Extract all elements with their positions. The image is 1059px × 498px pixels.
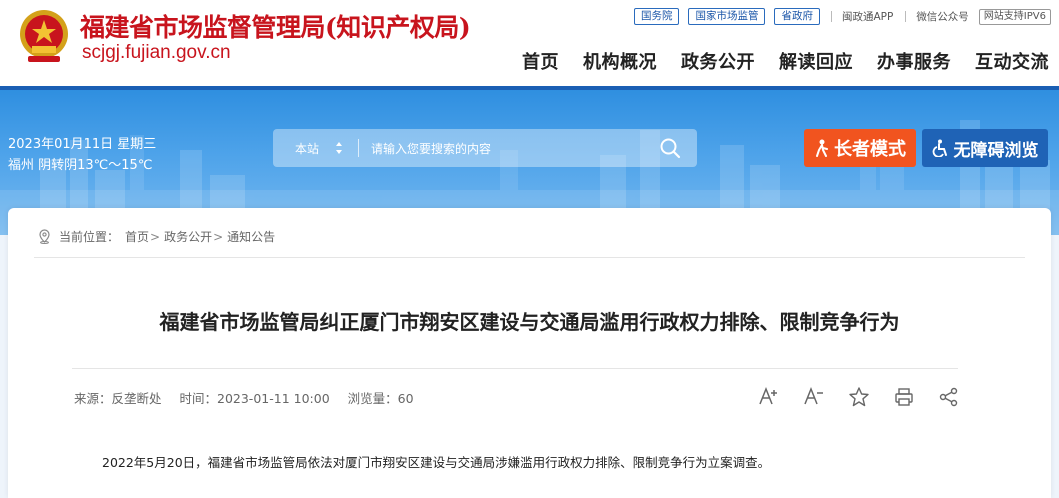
search-bar: 本站 [273, 129, 697, 167]
article-views: 浏览量：60 [347, 391, 414, 406]
elder-mode-button[interactable]: 长者模式 [804, 129, 916, 167]
breadcrumb-gov-affairs[interactable]: 政务公开 [164, 228, 212, 245]
article-source: 来源：反垄断处 [74, 391, 162, 406]
site-domain: scjgj.fujian.gov.cn [82, 42, 231, 63]
top-links: 国务院 国家市场监管 省政府 闽政通APP 微信公众号 网站支持IPV6 [633, 8, 1051, 25]
current-date: 2023年01月11日 星期三 [8, 137, 157, 152]
link-provincial-government[interactable]: 省政府 [774, 8, 820, 25]
search-input[interactable] [369, 138, 653, 160]
emblem-icon [20, 10, 68, 62]
accessibility-icon [932, 139, 947, 157]
nav-services[interactable]: 办事服务 [877, 48, 951, 74]
divider [830, 11, 832, 22]
article-paragraph: 2022年5月20日，福建省市场监管局依法对厦门市翔安区建设与交通局涉嫌滥用行政… [102, 455, 771, 470]
weather: 福州 阴转阴13℃～15℃ [8, 158, 153, 173]
favorite-icon[interactable] [848, 386, 870, 408]
accessible-browsing-button[interactable]: 无障碍浏览 [922, 129, 1048, 167]
divider [34, 257, 1025, 258]
article-title: 福建省市场监管局纠正厦门市翔安区建设与交通局滥用行政权力排除、限制竞争行为 [159, 310, 900, 334]
link-wechat[interactable]: 微信公众号 [916, 9, 969, 24]
breadcrumb: 当前位置： 首页 > 政务公开 > 通知公告 [38, 228, 275, 245]
share-icon[interactable] [938, 386, 960, 408]
breadcrumb-separator: > [213, 229, 224, 244]
breadcrumb-prefix: 当前位置： [59, 230, 120, 244]
site-header: 福建省市场监督管理局(知识产权局) scjgj.fujian.gov.cn 国务… [0, 0, 1059, 86]
search-icon[interactable] [659, 137, 681, 159]
divider [72, 368, 958, 369]
breadcrumb-notices[interactable]: 通知公告 [227, 228, 275, 245]
nav-interaction[interactable]: 互动交流 [975, 48, 1049, 74]
link-samr[interactable]: 国家市场监管 [688, 8, 766, 25]
breadcrumb-separator: > [150, 229, 161, 244]
link-state-council[interactable]: 国务院 [633, 8, 680, 25]
font-increase-icon[interactable] [758, 386, 780, 408]
nav-interpretation[interactable]: 解读回应 [779, 48, 853, 74]
article-time: 时间：2023-01-11 10:00 [179, 391, 330, 406]
scope-arrows-icon[interactable] [335, 141, 343, 155]
print-icon[interactable] [893, 386, 915, 408]
nav-about[interactable]: 机构概况 [583, 48, 657, 74]
article-card: 当前位置： 首页 > 政务公开 > 通知公告 福建省市场监管局纠正厦门市翔安区建… [8, 208, 1051, 498]
link-app[interactable]: 闽政通APP [842, 9, 893, 24]
main-nav: 首页 机构概况 政务公开 解读回应 办事服务 互动交流 [498, 48, 1049, 74]
elder-icon [816, 139, 828, 157]
breadcrumb-home[interactable]: 首页 [125, 228, 149, 245]
site-title[interactable]: 福建省市场监督管理局(知识产权局) [80, 8, 471, 44]
article-tools [758, 386, 960, 408]
nav-home[interactable]: 首页 [522, 48, 559, 74]
divider [905, 11, 907, 22]
elder-mode-label: 长者模式 [834, 139, 906, 160]
accessible-browsing-label: 无障碍浏览 [953, 140, 1039, 161]
article-meta: 来源：反垄断处 时间：2023-01-11 10:00 浏览量：60 [74, 388, 428, 407]
nav-gov-affairs[interactable]: 政务公开 [681, 48, 755, 74]
font-decrease-icon[interactable] [803, 386, 825, 408]
location-icon [39, 229, 50, 244]
search-divider [358, 139, 359, 157]
search-scope-select[interactable]: 本站 [295, 140, 319, 157]
ipv6-badge: 网站支持IPV6 [978, 8, 1051, 25]
